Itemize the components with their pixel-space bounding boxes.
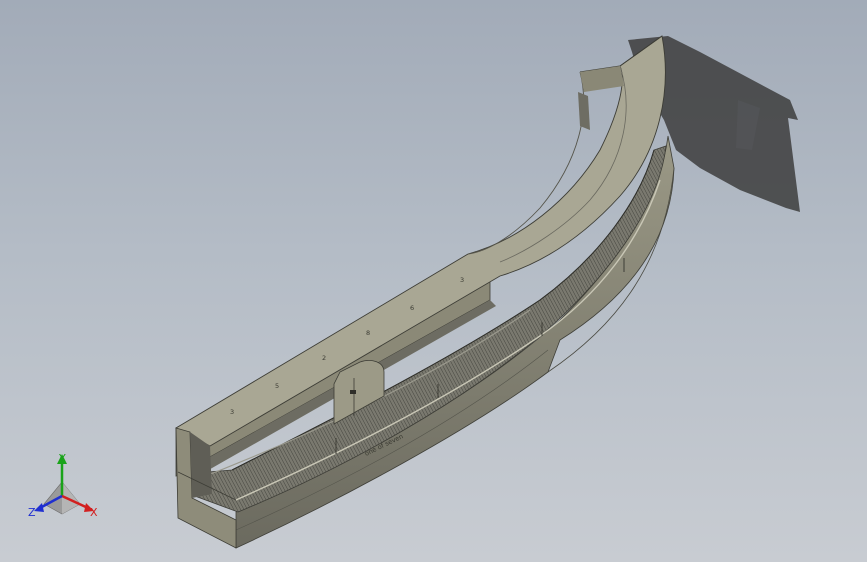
flange-end-cap xyxy=(578,92,590,130)
rib-number: 3 xyxy=(460,276,464,284)
rib-number: 6 xyxy=(410,304,414,312)
rib-number: 2 xyxy=(322,354,326,362)
z-axis-label: Z xyxy=(28,506,36,519)
3d-viewport[interactable]: 3 5 2 8 6 3 one of seven Y X Z xyxy=(0,0,867,562)
rib-number: 8 xyxy=(366,329,370,337)
rib-number: 3 xyxy=(230,408,234,416)
rib-number: 5 xyxy=(275,382,279,390)
x-axis-label: X xyxy=(90,506,98,519)
model-canvas[interactable]: 3 5 2 8 6 3 one of seven Y X Z xyxy=(0,0,867,562)
y-axis-label: Y xyxy=(58,452,66,465)
view-triad[interactable]: Y X Z xyxy=(28,452,98,519)
